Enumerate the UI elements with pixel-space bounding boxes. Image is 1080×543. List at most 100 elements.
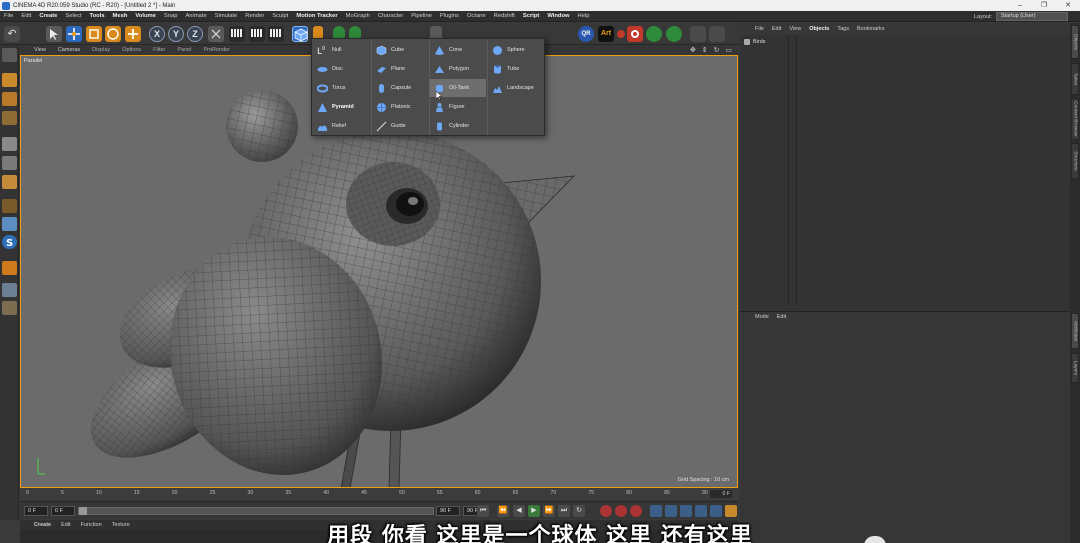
recent-tools-icon[interactable] xyxy=(125,26,141,42)
previous-key-button[interactable]: ⏪ xyxy=(497,505,509,517)
object-manager-menu-bookmarks[interactable]: Bookmarks xyxy=(853,26,889,32)
x-axis-lock-button[interactable]: X xyxy=(149,26,165,42)
menu-volume[interactable]: Volume xyxy=(131,13,160,19)
close-button[interactable]: ✕ xyxy=(1056,0,1080,11)
z-axis-lock-button[interactable]: Z xyxy=(187,26,203,42)
planar-workplane-icon[interactable] xyxy=(2,301,17,315)
attribute-manager-area[interactable] xyxy=(740,322,1070,543)
scale-tool-icon[interactable] xyxy=(86,26,102,42)
min-frame-field[interactable]: 0 F xyxy=(51,506,75,516)
viewport-menu-display[interactable]: Display xyxy=(86,47,116,53)
cube-object-tool-icon[interactable] xyxy=(292,26,308,42)
record-icon[interactable] xyxy=(617,30,625,38)
workplane-mode-icon[interactable] xyxy=(2,111,17,125)
loop-button[interactable]: ↻ xyxy=(573,505,585,517)
attribute-manager-menu-mode[interactable]: Mode xyxy=(740,314,773,320)
side-tab-content-browser[interactable]: Content Browser xyxy=(1071,98,1079,140)
rotate-tool-icon[interactable] xyxy=(105,26,121,42)
object-manager-menu-view[interactable]: View xyxy=(785,26,805,32)
create-menu-item-disc[interactable]: Disc xyxy=(313,60,369,78)
texture-mode-icon[interactable] xyxy=(2,92,17,106)
axis-mode-icon[interactable] xyxy=(2,199,17,213)
create-menu-item-polygon[interactable]: Polygon xyxy=(430,60,486,78)
menu-animate[interactable]: Animate xyxy=(181,13,210,19)
menu-snap[interactable]: Snap xyxy=(160,13,182,19)
menu-redshift[interactable]: Redshift xyxy=(490,13,519,19)
play-forwards-button[interactable]: ▶ xyxy=(528,505,540,517)
menu-select[interactable]: Select xyxy=(61,13,85,19)
minimize-button[interactable]: – xyxy=(1008,0,1032,11)
position-key-icon[interactable] xyxy=(650,505,662,517)
go-to-start-button[interactable]: ⏮ xyxy=(477,505,489,517)
viewport-menu-prorender[interactable]: ProRender xyxy=(197,47,236,53)
live-selection-tool-icon[interactable] xyxy=(46,26,62,42)
create-menu-item-sphere[interactable]: Sphere xyxy=(488,41,544,59)
menu-octane[interactable]: Octane xyxy=(463,13,490,19)
create-menu-item-tube[interactable]: Tube xyxy=(488,60,544,78)
preview-range-slider[interactable] xyxy=(78,507,434,515)
menu-plugins[interactable]: Plugins xyxy=(436,13,463,19)
autokeying-icon[interactable] xyxy=(615,505,627,517)
parameter-key-icon[interactable] xyxy=(695,505,707,517)
octane-render-icon[interactable] xyxy=(627,26,643,42)
move-tool-icon[interactable] xyxy=(66,26,82,42)
redshift-ipr-icon[interactable] xyxy=(646,26,662,42)
create-menu-item-cone[interactable]: Cone xyxy=(430,41,486,59)
layout-dropdown[interactable]: Startup (User) xyxy=(996,12,1068,21)
menu-simulate[interactable]: Simulate xyxy=(211,13,242,19)
viewport-navigation-icons[interactable]: ✥ ⇕ ↻ ▭ xyxy=(690,46,734,54)
art-plugin-button[interactable]: Art xyxy=(598,26,614,42)
paint-tool-icon[interactable] xyxy=(690,26,706,42)
coordinate-system-icon[interactable] xyxy=(208,26,224,42)
menu-mesh[interactable]: Mesh xyxy=(109,13,132,19)
menu-render[interactable]: Render xyxy=(241,13,268,19)
create-menu-item-capsule[interactable]: Capsule xyxy=(372,79,428,97)
start-frame-field[interactable]: 0 F xyxy=(24,506,48,516)
make-editable-icon[interactable] xyxy=(2,48,17,62)
menu-script[interactable]: Script xyxy=(519,13,543,19)
create-menu-item-guide[interactable]: Guide xyxy=(372,117,428,135)
record-active-objects-icon[interactable] xyxy=(600,505,612,517)
go-to-end-button[interactable]: ⏭ xyxy=(558,505,570,517)
object-manager-menu-edit[interactable]: Edit xyxy=(768,26,785,32)
create-menu-item-pyramid[interactable]: Pyramid xyxy=(313,98,369,116)
timeline-window-icon[interactable] xyxy=(725,505,737,517)
create-menu-item-torus[interactable]: Torus xyxy=(313,79,369,97)
menu-edit[interactable]: Edit xyxy=(17,13,35,19)
menu-mograph[interactable]: MoGraph xyxy=(342,13,374,19)
menu-pipeline[interactable]: Pipeline xyxy=(407,13,436,19)
qr-plugin-button[interactable]: QR xyxy=(578,26,594,42)
create-menu-item-relief[interactable]: Relief xyxy=(313,117,369,135)
create-menu-item-cube[interactable]: Cube xyxy=(372,41,428,59)
point-level-key-icon[interactable] xyxy=(710,505,722,517)
current-frame-field[interactable]: 0 F xyxy=(710,490,732,498)
play-backwards-button[interactable]: ◀ xyxy=(513,505,525,517)
sculpt-brush-icon[interactable] xyxy=(709,26,725,42)
render-to-picture-viewer-icon[interactable] xyxy=(249,26,265,42)
menu-sculpt[interactable]: Sculpt xyxy=(268,13,292,19)
timeline-ruler[interactable]: 0 5 10 15 20 25 30 35 40 45 50 55 60 65 70 75 80 85 90 0 F xyxy=(20,489,738,500)
create-menu-item-platonic[interactable]: Platonic xyxy=(372,98,428,116)
tweak-mode-icon[interactable] xyxy=(2,217,17,231)
end-frame-field[interactable]: 90 F xyxy=(436,506,460,516)
enable-axis-icon[interactable] xyxy=(2,261,17,275)
redshift-render-icon[interactable] xyxy=(666,26,682,42)
viewport-menu-view[interactable]: View xyxy=(20,47,52,53)
menu-help[interactable]: Help xyxy=(574,13,594,19)
object-manager-menu-tags[interactable]: Tags xyxy=(833,26,853,32)
menu-motion-tracker[interactable]: Motion Tracker xyxy=(292,13,341,19)
menu-tools[interactable]: Tools xyxy=(86,13,109,19)
keyframe-selection-icon[interactable] xyxy=(630,505,642,517)
side-tab-structure[interactable]: Structure xyxy=(1071,143,1079,179)
polygons-mode-icon[interactable] xyxy=(2,175,17,189)
create-menu-item-cylinder[interactable]: Cylinder xyxy=(430,117,486,135)
menu-file[interactable]: File xyxy=(0,13,17,19)
undo-button[interactable]: ↶ xyxy=(4,26,20,42)
preview-range-knob[interactable] xyxy=(79,507,87,515)
locked-workplane-icon[interactable] xyxy=(2,283,17,297)
render-settings-icon[interactable] xyxy=(268,26,284,42)
next-key-button[interactable]: ⏩ xyxy=(543,505,555,517)
restore-button[interactable]: ❐ xyxy=(1032,0,1056,11)
object-manager-menu-objects[interactable]: Objects xyxy=(805,26,833,32)
create-menu-item-landscape[interactable]: Landscape xyxy=(488,79,544,97)
